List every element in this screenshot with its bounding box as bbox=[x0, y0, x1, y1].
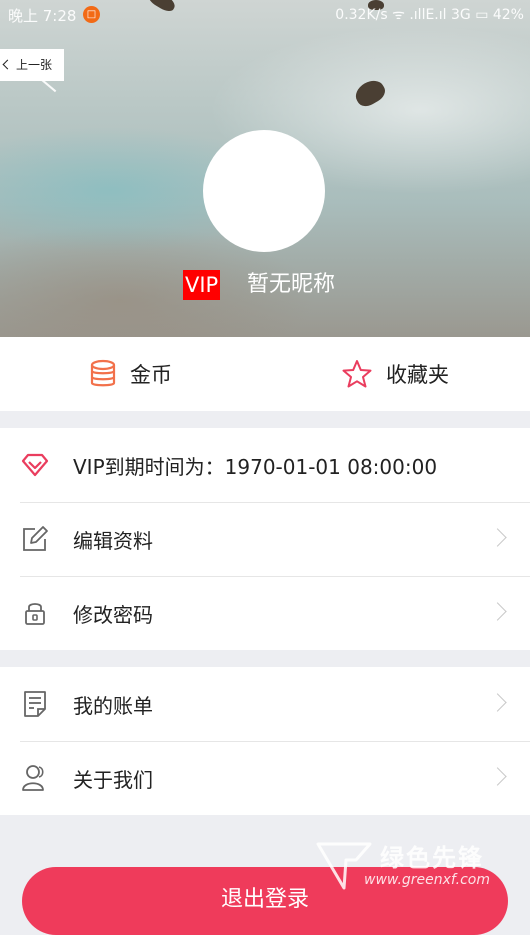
status-indicators: 0.32K/s ᯤ .ıllE.ıl 3G ▭ 42% bbox=[335, 7, 524, 23]
status-bar: 晚上 7:28 □ 0.32K/s ᯤ .ıllE.ıl 3G ▭ 42% bbox=[0, 0, 530, 30]
coins-button[interactable]: 金币 bbox=[90, 337, 172, 411]
about-us-label: 关于我们 bbox=[73, 767, 153, 792]
chevron-right-icon bbox=[488, 528, 507, 547]
coins-label: 金币 bbox=[130, 363, 172, 387]
star-icon bbox=[342, 360, 372, 388]
vip-expiry-row: VIP到期时间为：1970-01-01 08:00:00 bbox=[0, 428, 530, 502]
account-card: VIP到期时间为：1970-01-01 08:00:00 编辑资料 修改密码 bbox=[0, 428, 530, 650]
change-password-label: 修改密码 bbox=[73, 602, 153, 627]
edit-profile-row[interactable]: 编辑资料 bbox=[0, 502, 530, 576]
wallet-row: 金币 收藏夹 bbox=[0, 337, 530, 411]
lock-icon bbox=[25, 603, 45, 625]
chevron-right-icon bbox=[488, 767, 507, 786]
watermark-title: 绿色先锋 bbox=[380, 844, 484, 872]
coins-icon bbox=[90, 359, 116, 387]
chevron-right-icon bbox=[488, 602, 507, 621]
favorites-button[interactable]: 收藏夹 bbox=[342, 337, 449, 411]
edit-profile-label: 编辑资料 bbox=[73, 528, 153, 553]
my-bills-row[interactable]: 我的账单 bbox=[0, 667, 530, 741]
chevron-left-icon bbox=[2, 59, 13, 70]
watermark-url: www.greenxf.com bbox=[364, 872, 490, 888]
user-icon bbox=[22, 765, 44, 791]
misc-card: 我的账单 关于我们 bbox=[0, 667, 530, 815]
chevron-right-icon bbox=[488, 693, 507, 712]
diamond-icon bbox=[21, 453, 49, 477]
profile-header: 晚上 7:28 □ 0.32K/s ᯤ .ıllE.ıl 3G ▭ 42% 上一… bbox=[0, 0, 530, 337]
watermark: 绿色先锋 www.greenxf.com bbox=[316, 838, 530, 898]
vip-badge: VIP bbox=[183, 270, 221, 300]
previous-button[interactable]: 上一张 bbox=[0, 49, 64, 81]
nickname[interactable]: 暂无昵称 bbox=[247, 270, 335, 300]
vip-expiry-text: VIP到期时间为：1970-01-01 08:00:00 bbox=[73, 454, 438, 479]
change-password-row[interactable]: 修改密码 bbox=[0, 576, 530, 650]
bill-icon bbox=[24, 691, 46, 717]
notification-icon: □ bbox=[83, 6, 100, 23]
about-us-row[interactable]: 关于我们 bbox=[0, 741, 530, 815]
previous-label: 上一张 bbox=[16, 58, 53, 72]
background-bird bbox=[351, 75, 389, 111]
favorites-label: 收藏夹 bbox=[386, 363, 449, 387]
my-bills-label: 我的账单 bbox=[73, 693, 153, 718]
status-time: 晚上 7:28 bbox=[8, 7, 77, 25]
avatar[interactable] bbox=[203, 130, 325, 252]
edit-icon bbox=[23, 526, 48, 551]
